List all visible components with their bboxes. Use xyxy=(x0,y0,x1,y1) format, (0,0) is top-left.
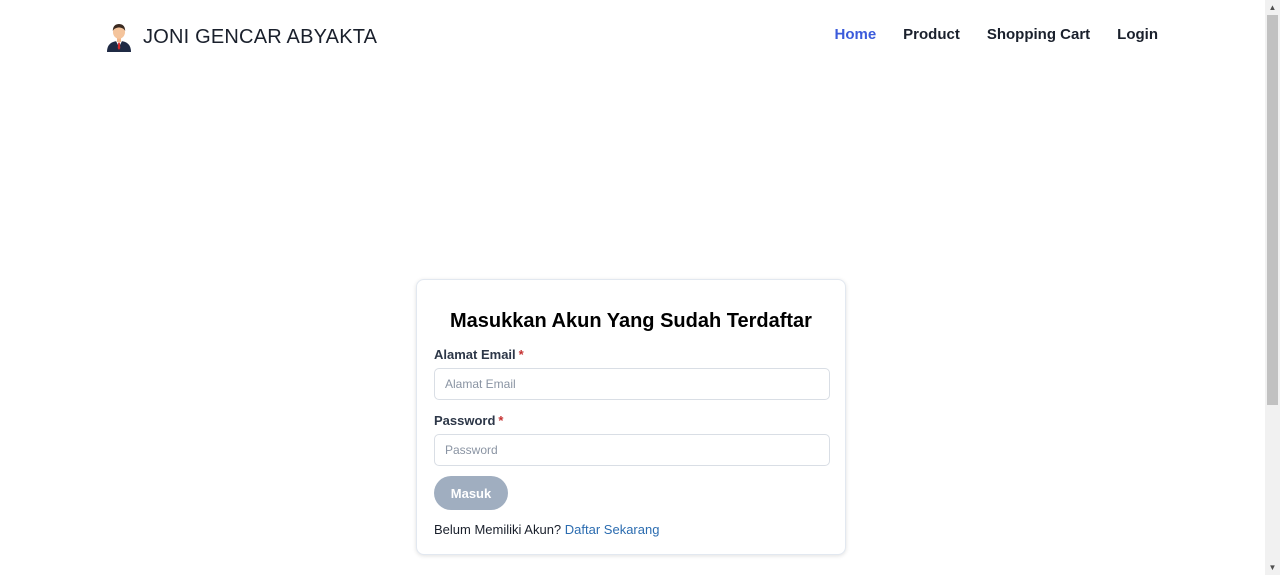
login-title: Masukkan Akun Yang Sudah Terdaftar xyxy=(450,310,812,332)
password-label-text: Password xyxy=(434,413,496,428)
login-submit-button[interactable]: Masuk xyxy=(434,476,508,510)
email-input[interactable] xyxy=(434,368,830,400)
register-prompt-text: Belum Memiliki Akun? xyxy=(434,522,562,537)
navbar: JONI GENCAR ABYAKTA Home Product Shoppin… xyxy=(0,0,1265,74)
password-input[interactable] xyxy=(434,434,830,466)
scroll-up-arrow-icon[interactable]: ▲ xyxy=(1265,0,1280,15)
brand-name: JONI GENCAR ABYAKTA xyxy=(143,25,378,48)
register-link[interactable]: Daftar Sekarang xyxy=(565,522,660,537)
nav-item-home[interactable]: Home xyxy=(834,26,876,43)
email-required-mark: * xyxy=(518,347,524,362)
businessman-avatar-icon xyxy=(107,24,131,52)
page-scrollbar[interactable]: ▲ ▼ xyxy=(1265,0,1280,575)
scroll-down-arrow-icon[interactable]: ▼ xyxy=(1265,560,1280,575)
password-required-mark: * xyxy=(498,413,504,428)
password-label: Password * xyxy=(434,413,503,428)
email-label-text: Alamat Email xyxy=(434,347,516,362)
brand-link[interactable]: JONI GENCAR ABYAKTA xyxy=(104,22,377,52)
page: JONI GENCAR ABYAKTA Home Product Shoppin… xyxy=(0,0,1265,575)
login-card: Masukkan Akun Yang Sudah Terdaftar Alama… xyxy=(416,279,846,555)
register-prompt-line: Belum Memiliki Akun? Daftar Sekarang xyxy=(434,522,659,537)
nav-item-shopping-cart[interactable]: Shopping Cart xyxy=(987,26,1090,43)
nav-menu: Home Product Shopping Cart Login xyxy=(807,26,1158,43)
scrollbar-thumb[interactable] xyxy=(1267,15,1278,405)
nav-item-product[interactable]: Product xyxy=(903,26,960,43)
nav-item-login[interactable]: Login xyxy=(1117,26,1158,43)
email-label: Alamat Email * xyxy=(434,347,524,362)
